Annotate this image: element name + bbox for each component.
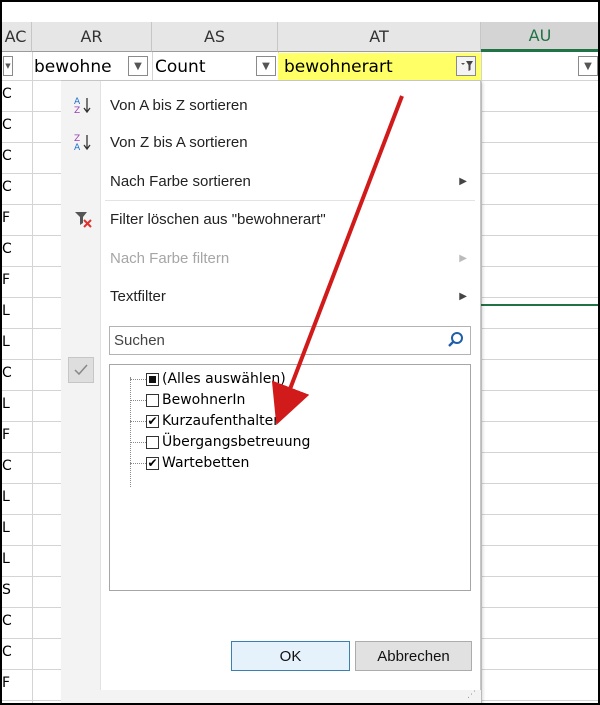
screenshot-frame	[0, 0, 600, 705]
